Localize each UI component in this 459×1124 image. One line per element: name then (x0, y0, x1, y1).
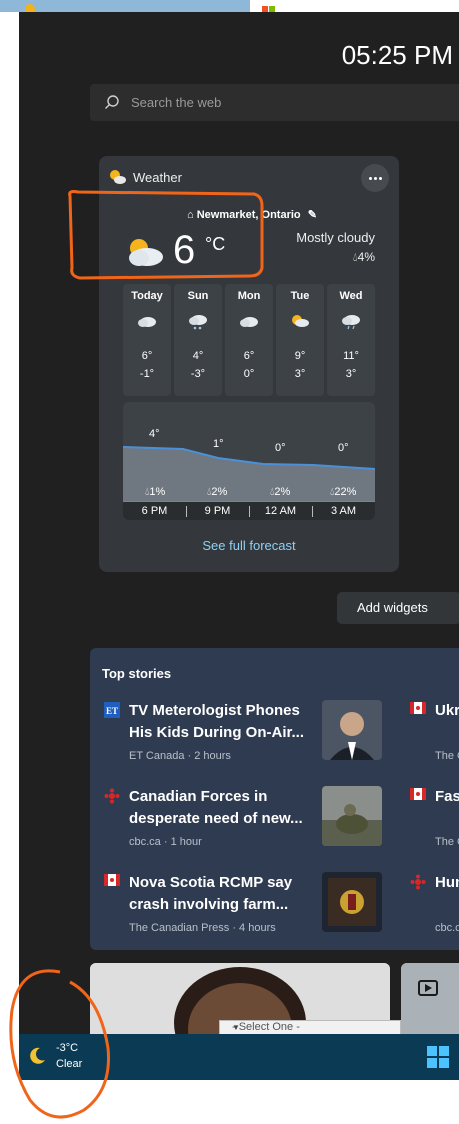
hourly-precip: 💧︎2% (207, 486, 228, 498)
day-forecast-mon[interactable]: Mon 6° 0° (225, 284, 273, 396)
taskbar-condition[interactable]: Clear (56, 1058, 82, 1070)
et-canada-logo-icon: ET (104, 702, 120, 718)
video-card[interactable] (401, 963, 459, 1034)
hourly-temp: 4° (149, 428, 160, 440)
hourly-time-axis: 6 PM 9 PM 12 AM 3 AM (123, 502, 375, 520)
news-meta: The Canadian Press · 4 hours (129, 922, 276, 934)
widgets-panel: 05:25 PM Search the web Weather ⌂ Newmar… (19, 12, 459, 1034)
news-headline[interactable]: Canadian Forces in desperate need of new… (129, 786, 319, 830)
temperature-unit[interactable]: °C (205, 234, 225, 255)
news-item-partial[interactable]: Ukr area The C (410, 700, 459, 776)
news-headline[interactable]: Ukr area (435, 700, 459, 722)
daily-forecast: Today 6° -1° Sun 4° -3° Mon 6° 0° Tue 9° (123, 284, 375, 396)
search-input[interactable]: Search the web (90, 84, 459, 121)
cloudy-icon (240, 317, 258, 327)
top-strip (0, 0, 459, 12)
hourly-time: 6 PM (141, 505, 168, 517)
search-placeholder: Search the web (131, 95, 222, 110)
top-stories-title: Top stories (102, 666, 172, 681)
news-headline[interactable]: Nova Scotia RCMP say crash involving far… (129, 872, 319, 916)
weather-title: Weather (133, 170, 182, 185)
taskbar: -3°C Clear (19, 1034, 459, 1080)
hourly-temp: 0° (275, 442, 286, 454)
day-forecast-today[interactable]: Today 6° -1° (123, 284, 171, 396)
moon-icon[interactable] (27, 1046, 47, 1066)
snow-cloud-icon (189, 315, 207, 330)
day-forecast-wed[interactable]: Wed 11° 3° (327, 284, 375, 396)
news-meta: The C (435, 836, 459, 848)
news-thumbnail[interactable] (322, 786, 382, 846)
news-item[interactable]: Nova Scotia RCMP say crash involving far… (104, 872, 384, 948)
taskbar-temperature[interactable]: -3°C (56, 1042, 78, 1054)
hourly-temp: 1° (213, 438, 224, 450)
news-meta: cbc.ca · 1 hour (129, 836, 202, 848)
canadian-flag-icon (410, 788, 426, 800)
windows-start-icon[interactable] (427, 1046, 449, 1068)
edit-pencil-icon[interactable]: ✎ (308, 209, 317, 221)
hourly-time: 12 AM (264, 505, 297, 517)
top-stories-card: Top stories ET TV Meterologist Phones Hi… (90, 648, 459, 950)
rain-cloud-icon (342, 315, 360, 330)
see-full-forecast-link[interactable]: See full forecast (99, 538, 399, 553)
clock: 05:25 PM (341, 40, 453, 70)
cloudy-icon (138, 317, 156, 327)
svg-text:ET: ET (106, 706, 118, 716)
news-thumbnail[interactable] (322, 700, 382, 760)
current-temperature: 6 (173, 228, 196, 272)
news-thumbnail[interactable] (322, 872, 382, 932)
news-item[interactable]: Canadian Forces in desperate need of new… (104, 786, 384, 862)
news-headline[interactable]: Fast Pati (435, 786, 459, 808)
news-item-partial[interactable]: Fast Pati The C (410, 786, 459, 862)
chevron-down-icon: ▼ (232, 1023, 240, 1032)
day-forecast-sun[interactable]: Sun 4° -3° (174, 284, 222, 396)
more-options-button[interactable] (361, 164, 389, 192)
hourly-precip: 💧︎1% (145, 486, 166, 498)
canadian-flag-icon (104, 874, 120, 886)
home-icon: ⌂ (187, 209, 194, 221)
news-headline[interactable]: Hun rela (435, 872, 459, 894)
background-window (0, 0, 250, 12)
news-meta: cbc.c (435, 922, 459, 934)
news-item-partial[interactable]: Hun rela cbc.c (410, 872, 459, 948)
add-widgets-button[interactable]: Add widgets (337, 592, 459, 624)
hourly-temp: 0° (338, 442, 349, 454)
canadian-flag-icon (410, 702, 426, 714)
news-meta: The C (435, 750, 459, 762)
partly-sunny-icon (292, 315, 309, 327)
hourly-time: 9 PM (204, 505, 231, 517)
hourly-precip: 💧︎2% (270, 486, 291, 498)
search-icon (105, 95, 119, 109)
cbc-logo-icon (410, 874, 426, 890)
sun-icon (25, 4, 35, 12)
location-label[interactable]: ⌂ Newmarket, Ontario ✎ (187, 208, 317, 221)
hourly-time: 3 AM (330, 505, 357, 517)
precipitation-chance: 💧︎4% (352, 250, 375, 264)
news-headline[interactable]: TV Meterologist Phones His Kids During O… (129, 700, 319, 744)
news-item[interactable]: ET TV Meterologist Phones His Kids Durin… (104, 700, 384, 776)
weather-card[interactable]: Weather ⌂ Newmarket, Ontario ✎ 6 °C Most… (99, 156, 399, 572)
hourly-forecast[interactable]: 4° 1° 0° 0° 💧︎1% 💧︎2% 💧︎2% 💧︎22% 6 PM 9 … (123, 402, 375, 520)
condition-text: Mostly cloudy (296, 230, 375, 245)
cbc-logo-icon (104, 788, 120, 804)
weather-app-icon (110, 170, 126, 184)
news-meta: ET Canada · 2 hours (129, 750, 231, 762)
hourly-precip: 💧︎22% (330, 486, 357, 498)
day-forecast-tue[interactable]: Tue 9° 3° (276, 284, 324, 396)
mostly-cloudy-icon (129, 239, 163, 266)
